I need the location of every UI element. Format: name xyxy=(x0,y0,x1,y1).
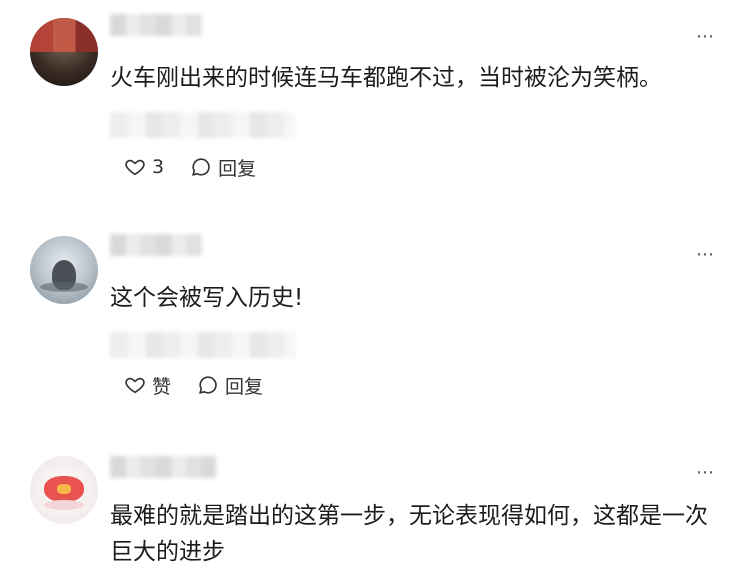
like-label: 赞 xyxy=(152,375,172,398)
avatar-mosaic xyxy=(30,18,98,52)
like-count: 3 xyxy=(152,156,165,178)
username-blurred[interactable] xyxy=(110,234,202,256)
avatar-base xyxy=(44,500,84,510)
comment-bubble-icon xyxy=(199,376,217,394)
comment-actions: 3 回复 xyxy=(124,154,282,180)
comment-text: 这个会被写入历史! xyxy=(110,285,304,311)
avatar-brush xyxy=(40,282,88,292)
reply-label: 回复 xyxy=(218,157,257,180)
heart-icon xyxy=(125,159,145,176)
username-blurred[interactable] xyxy=(110,456,216,478)
more-icon[interactable]: ⋯ xyxy=(696,462,715,483)
avatar[interactable] xyxy=(30,456,98,524)
reply-button[interactable]: 回复 xyxy=(190,154,256,181)
heart-icon xyxy=(125,377,145,394)
comment-bubble-icon xyxy=(192,158,210,176)
reply-button[interactable]: 回复 xyxy=(197,372,263,399)
comment-meta-blurred xyxy=(110,112,296,138)
more-icon[interactable]: ⋯ xyxy=(696,26,715,47)
comment-text: 火车刚出来的时候连马车都跑不过，当时被沦为笑柄。 xyxy=(110,65,662,91)
comment-meta-blurred xyxy=(110,332,296,358)
like-button[interactable]: 3 xyxy=(124,156,164,178)
avatar[interactable] xyxy=(30,236,98,304)
comment-text: 最难的就是踏出的这第一步，无论表现得如何，这都是一次巨大的进步 xyxy=(110,503,708,565)
reply-label: 回复 xyxy=(225,375,264,398)
comment-actions: 赞 回复 xyxy=(124,372,289,398)
username-blurred[interactable] xyxy=(110,14,202,36)
avatar-pig xyxy=(44,476,84,502)
more-icon[interactable]: ⋯ xyxy=(696,244,715,265)
like-button[interactable]: 赞 xyxy=(124,372,171,399)
avatar[interactable] xyxy=(30,18,98,86)
